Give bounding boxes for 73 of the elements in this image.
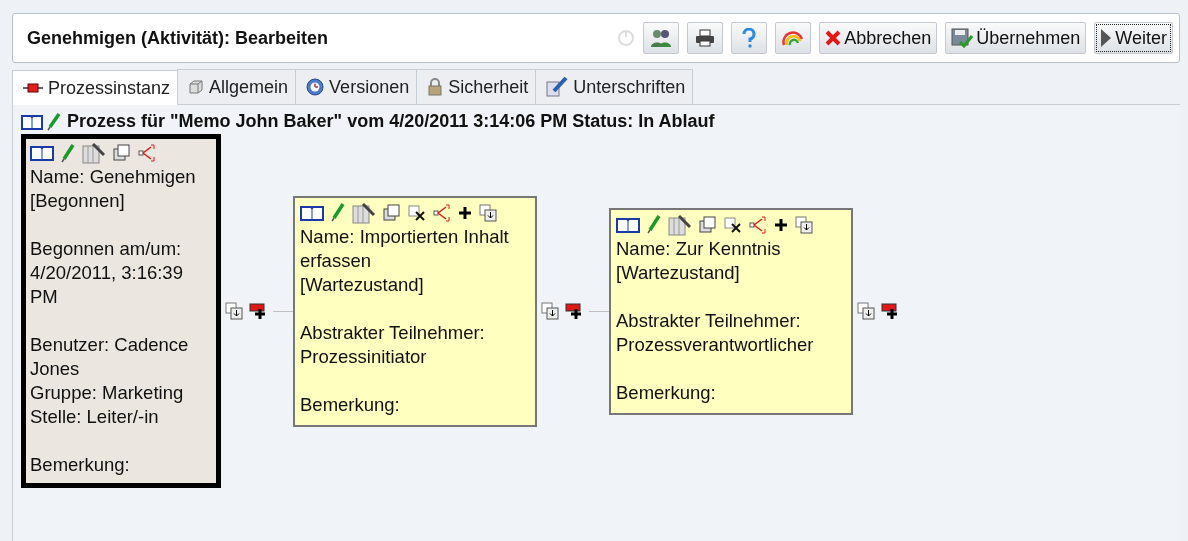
next-button[interactable]: Weiter [1094,22,1173,54]
help-button[interactable] [731,22,768,54]
delete-icon[interactable] [724,216,742,233]
activity-card[interactable]: Name: Zur Kenntnis [Wartezustand] Abstrakter Teilnehmer: Prozessverantwortlicher Bemerkung: [609,207,853,415]
clipboard-wrench-icon[interactable] [352,201,376,224]
book-icon[interactable] [30,145,54,161]
card-text: 4/20/2011, 3:16:39 PM [30,261,184,309]
clock-icon [306,78,325,96]
cube-icon [188,79,205,95]
card-text: [Wartezustand] [300,272,425,297]
delete-icon[interactable] [408,204,426,221]
pen-icon[interactable] [47,112,61,131]
insert-icon[interactable] [541,302,559,320]
add-icon[interactable] [565,302,583,320]
insert-icon[interactable] [795,215,813,234]
process-node-icon [23,83,43,93]
window-title: Genehmigen (Aktivität): Bearbeiten [27,27,329,49]
tab[interactable]: Prozessinstanz [12,70,179,105]
activity-card[interactable]: Name: Importierten Inhalt erfassen [Wartezustand] Abstrakter Teilnehmer: Prozessinitiator Bemerkung: [293,195,537,427]
rainbow-button[interactable] [775,22,812,54]
apply-button[interactable]: Übernehmen [945,22,1087,54]
close-icon [825,30,842,46]
card-text: Name: Genehmigen [30,165,197,189]
play-icon [1100,28,1113,48]
card-text: Prozessinitiator [300,344,428,369]
copy-icon[interactable] [383,203,401,222]
copy-icon[interactable] [699,215,717,234]
activity-card[interactable]: Name: Genehmigen [Begonnen] Begonnen am/um: 4/20/2011, 3:16:39 PM Benutzer: Cadence Jones Gruppe: Marketing Stelle: Leiter/-in Bemerkung: [21,134,221,488]
book-icon[interactable] [616,216,640,233]
rainbow-icon [782,30,805,46]
lock-icon [427,78,444,96]
branch-icon[interactable] [138,144,156,162]
card-text: Stelle: Leiter/-in [30,405,160,429]
insert-icon[interactable] [857,302,875,320]
tab[interactable]: Unterschriften [535,69,694,104]
users-button[interactable] [643,22,680,54]
copy-icon[interactable] [113,144,131,162]
card-text: Abstrakter Teilnehmer: [616,308,802,333]
print-button[interactable] [687,22,724,54]
card-text: Name: Zur Kenntnis [616,236,782,261]
pen-icon[interactable] [331,203,345,222]
card-text: Begonnen am/um: [30,237,183,261]
insert-icon[interactable] [479,203,497,222]
cancel-button[interactable]: Abbrechen [819,22,938,54]
plus-icon[interactable] [458,205,472,220]
card-text: Abstrakter Teilnehmer: [300,320,486,345]
process-heading: Prozess für "Memo John Baker" vom 4/20/2011 3:14:06 PM Status: In Ablauf [67,111,715,132]
insert-icon[interactable] [225,302,243,320]
add-icon[interactable] [249,302,267,320]
card-text: Prozessverantwortlicher [616,332,815,357]
branch-icon[interactable] [749,215,767,234]
card-text: [Wartezustand] [616,260,741,285]
disk-check-icon [951,28,974,48]
print-icon [695,29,716,47]
pen-icon[interactable] [61,143,75,163]
clipboard-wrench-icon[interactable] [668,213,692,236]
card-text: Benutzer: Cadence Jones [30,333,190,381]
card-text: Bemerkung: [616,380,717,405]
pen-icon[interactable] [647,215,661,234]
help-icon [742,28,757,48]
card-text: Bemerkung: [30,453,131,477]
book-icon[interactable] [21,113,43,130]
card-text: Bemerkung: [300,392,401,417]
card-text: [Begonnen] [30,189,126,213]
plus-icon[interactable] [774,217,788,232]
card-text: Name: Importierten Inhalt erfassen [300,224,510,273]
add-icon[interactable] [881,302,899,320]
clipboard-wrench-icon[interactable] [82,142,106,164]
book-icon[interactable] [300,204,324,221]
branch-icon[interactable] [433,203,451,222]
card-text: Gruppe: Marketing [30,381,185,405]
users-icon [650,28,673,48]
pen-paper-icon [546,77,569,97]
